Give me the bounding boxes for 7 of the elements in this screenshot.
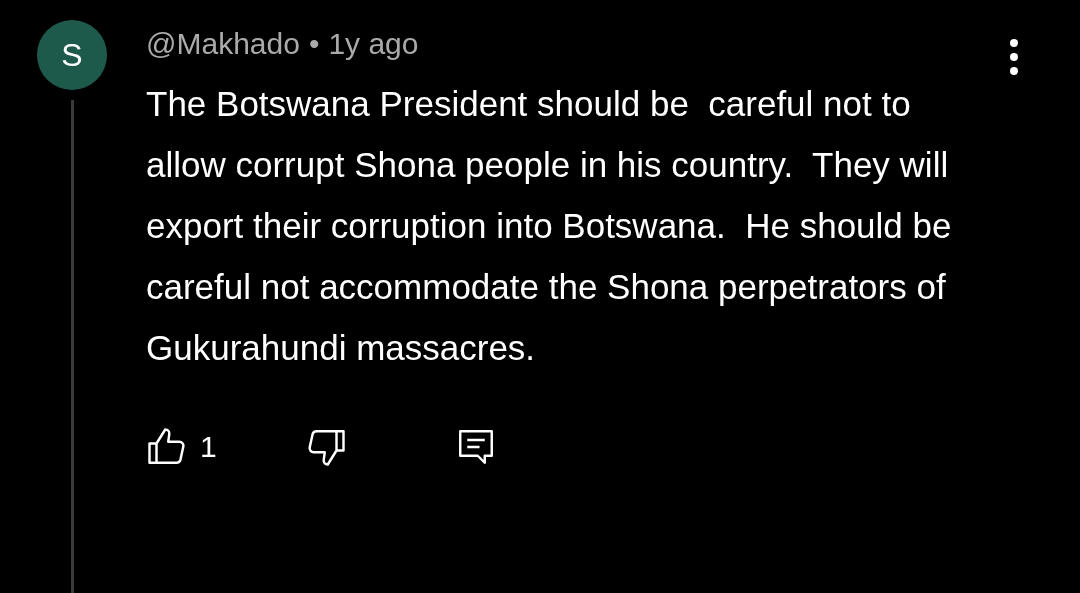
more-options-icon[interactable] <box>1008 38 1020 76</box>
like-count: 1 <box>200 430 218 464</box>
user-avatar[interactable]: S <box>37 20 107 90</box>
comment-text: The Botswana President should be careful not to allow corrupt Shona people in his country. They will export their corruption into Botswana. He should be careful not accommodate the Shona perpetrators of Gukurahundi massacres. <box>146 83 953 369</box>
username[interactable]: @Makhado <box>146 27 300 61</box>
separator-dot: • <box>308 27 320 61</box>
comment-time: 1y ago <box>328 27 419 61</box>
